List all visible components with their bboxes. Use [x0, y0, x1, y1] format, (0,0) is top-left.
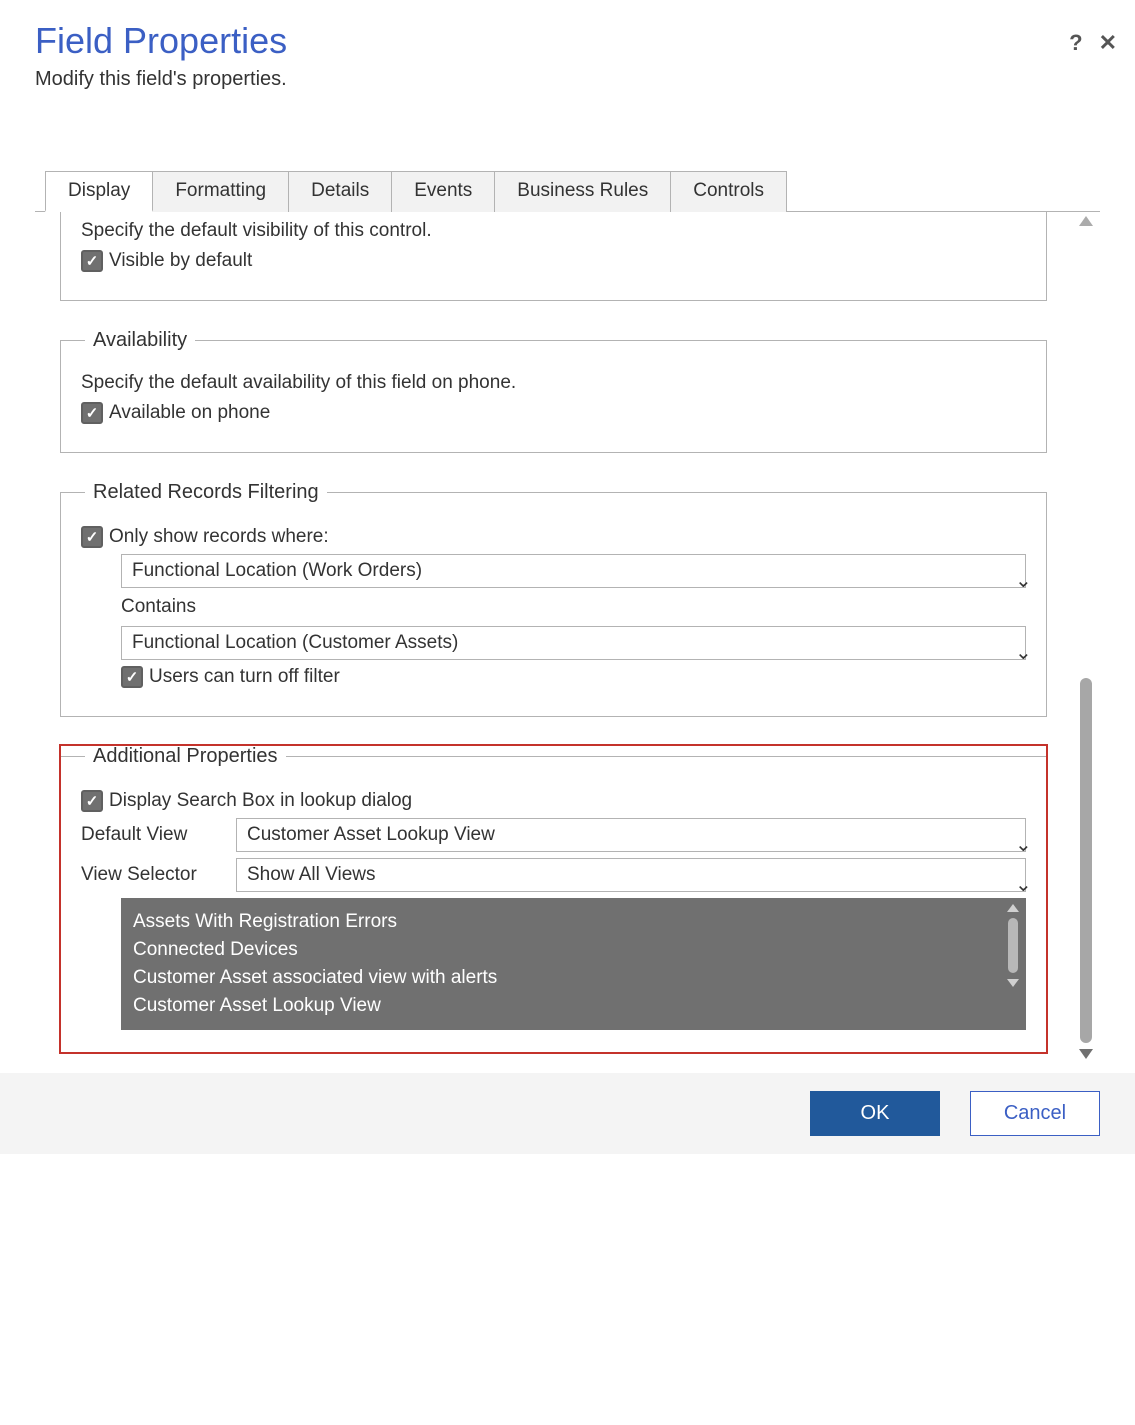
scroll-track[interactable] [1080, 232, 1092, 1043]
users-turn-off-label: Users can turn off filter [149, 666, 340, 688]
display-search-checkbox[interactable] [81, 790, 103, 812]
close-icon[interactable]: ✕ [1099, 32, 1117, 54]
users-turn-off-row: Users can turn off filter [121, 666, 1026, 688]
tab-formatting[interactable]: Formatting [152, 171, 289, 212]
help-icon[interactable]: ? [1069, 32, 1082, 54]
list-item[interactable]: Connected Devices [133, 936, 1014, 964]
scroll-thumb[interactable] [1080, 678, 1092, 1043]
additional-properties-legend: Additional Properties [85, 745, 286, 768]
view-selector-label: View Selector [81, 864, 236, 886]
dialog-header: Field Properties Modify this field's pro… [0, 0, 1135, 111]
related-select-2[interactable]: Functional Location (Customer Assets) ⌄ [121, 626, 1026, 660]
tab-display[interactable]: Display [45, 171, 153, 212]
available-phone-label: Available on phone [109, 402, 270, 424]
visible-default-checkbox[interactable] [81, 250, 103, 272]
list-item[interactable]: Assets With Registration Errors [133, 908, 1014, 936]
content-wrap: Display Formatting Details Events Busine… [0, 171, 1135, 1063]
tab-panel-display: Specify the default visibility of this c… [35, 212, 1072, 1063]
panel-scrollbar[interactable] [1072, 212, 1100, 1063]
default-view-row: Default View Customer Asset Lookup View … [81, 818, 1026, 852]
visibility-fieldset: Specify the default visibility of this c… [60, 212, 1047, 301]
dialog-footer: OK Cancel [0, 1073, 1135, 1154]
listbox-scrollbar[interactable] [1004, 904, 1022, 1024]
only-show-row: Only show records where: [81, 526, 1026, 548]
default-view-select[interactable]: Customer Asset Lookup View ⌄ [236, 818, 1026, 852]
related-records-fieldset: Related Records Filtering Only show reco… [60, 481, 1047, 717]
list-item[interactable]: Customer Asset associated view with aler… [133, 964, 1014, 992]
related-select-2-value: Functional Location (Customer Assets) [132, 632, 458, 654]
default-view-value: Customer Asset Lookup View [247, 824, 495, 846]
view-selector-row: View Selector Show All Views ⌄ [81, 858, 1026, 892]
default-view-label: Default View [81, 824, 236, 846]
related-records-legend: Related Records Filtering [85, 481, 327, 504]
users-turn-off-checkbox[interactable] [121, 666, 143, 688]
tab-controls[interactable]: Controls [670, 171, 787, 212]
scroll-thumb[interactable] [1008, 918, 1018, 973]
related-select-1[interactable]: Functional Location (Work Orders) ⌄ [121, 554, 1026, 588]
visible-default-label: Visible by default [109, 250, 252, 272]
related-select-1-value: Functional Location (Work Orders) [132, 560, 422, 582]
dialog-subtitle: Modify this field's properties. [35, 68, 1100, 91]
field-properties-dialog: Field Properties Modify this field's pro… [0, 0, 1135, 1154]
availability-desc: Specify the default availability of this… [81, 372, 1026, 394]
display-search-label: Display Search Box in lookup dialog [109, 790, 412, 812]
visible-default-row: Visible by default [81, 250, 1026, 272]
availability-legend: Availability [85, 329, 195, 352]
only-show-checkbox[interactable] [81, 526, 103, 548]
display-search-row: Display Search Box in lookup dialog [81, 790, 1026, 812]
view-selector-value: Show All Views [247, 864, 376, 886]
available-phone-row: Available on phone [81, 402, 1026, 424]
contains-label: Contains [121, 596, 1026, 618]
only-show-label: Only show records where: [109, 526, 329, 548]
scroll-down-icon[interactable] [1079, 1049, 1093, 1059]
tab-business-rules[interactable]: Business Rules [494, 171, 671, 212]
availability-fieldset: Availability Specify the default availab… [60, 329, 1047, 453]
visibility-desc: Specify the default visibility of this c… [81, 220, 1026, 242]
tab-panel-wrap: Specify the default visibility of this c… [35, 211, 1100, 1063]
ok-button[interactable]: OK [810, 1091, 940, 1136]
scroll-down-icon[interactable] [1007, 979, 1019, 987]
tab-strip: Display Formatting Details Events Busine… [45, 171, 1100, 212]
dialog-header-actions: ? ✕ [1069, 32, 1117, 54]
view-selector-select[interactable]: Show All Views ⌄ [236, 858, 1026, 892]
dialog-title: Field Properties [35, 20, 1100, 62]
list-item[interactable]: Customer Asset Lookup View [133, 992, 1014, 1020]
scroll-up-icon[interactable] [1079, 216, 1093, 226]
tab-details[interactable]: Details [288, 171, 392, 212]
scroll-up-icon[interactable] [1007, 904, 1019, 912]
additional-properties-fieldset: Additional Properties Display Search Box… [60, 745, 1047, 1053]
tab-events[interactable]: Events [391, 171, 495, 212]
available-phone-checkbox[interactable] [81, 402, 103, 424]
views-listbox[interactable]: Assets With Registration Errors Connecte… [121, 898, 1026, 1030]
cancel-button[interactable]: Cancel [970, 1091, 1100, 1136]
